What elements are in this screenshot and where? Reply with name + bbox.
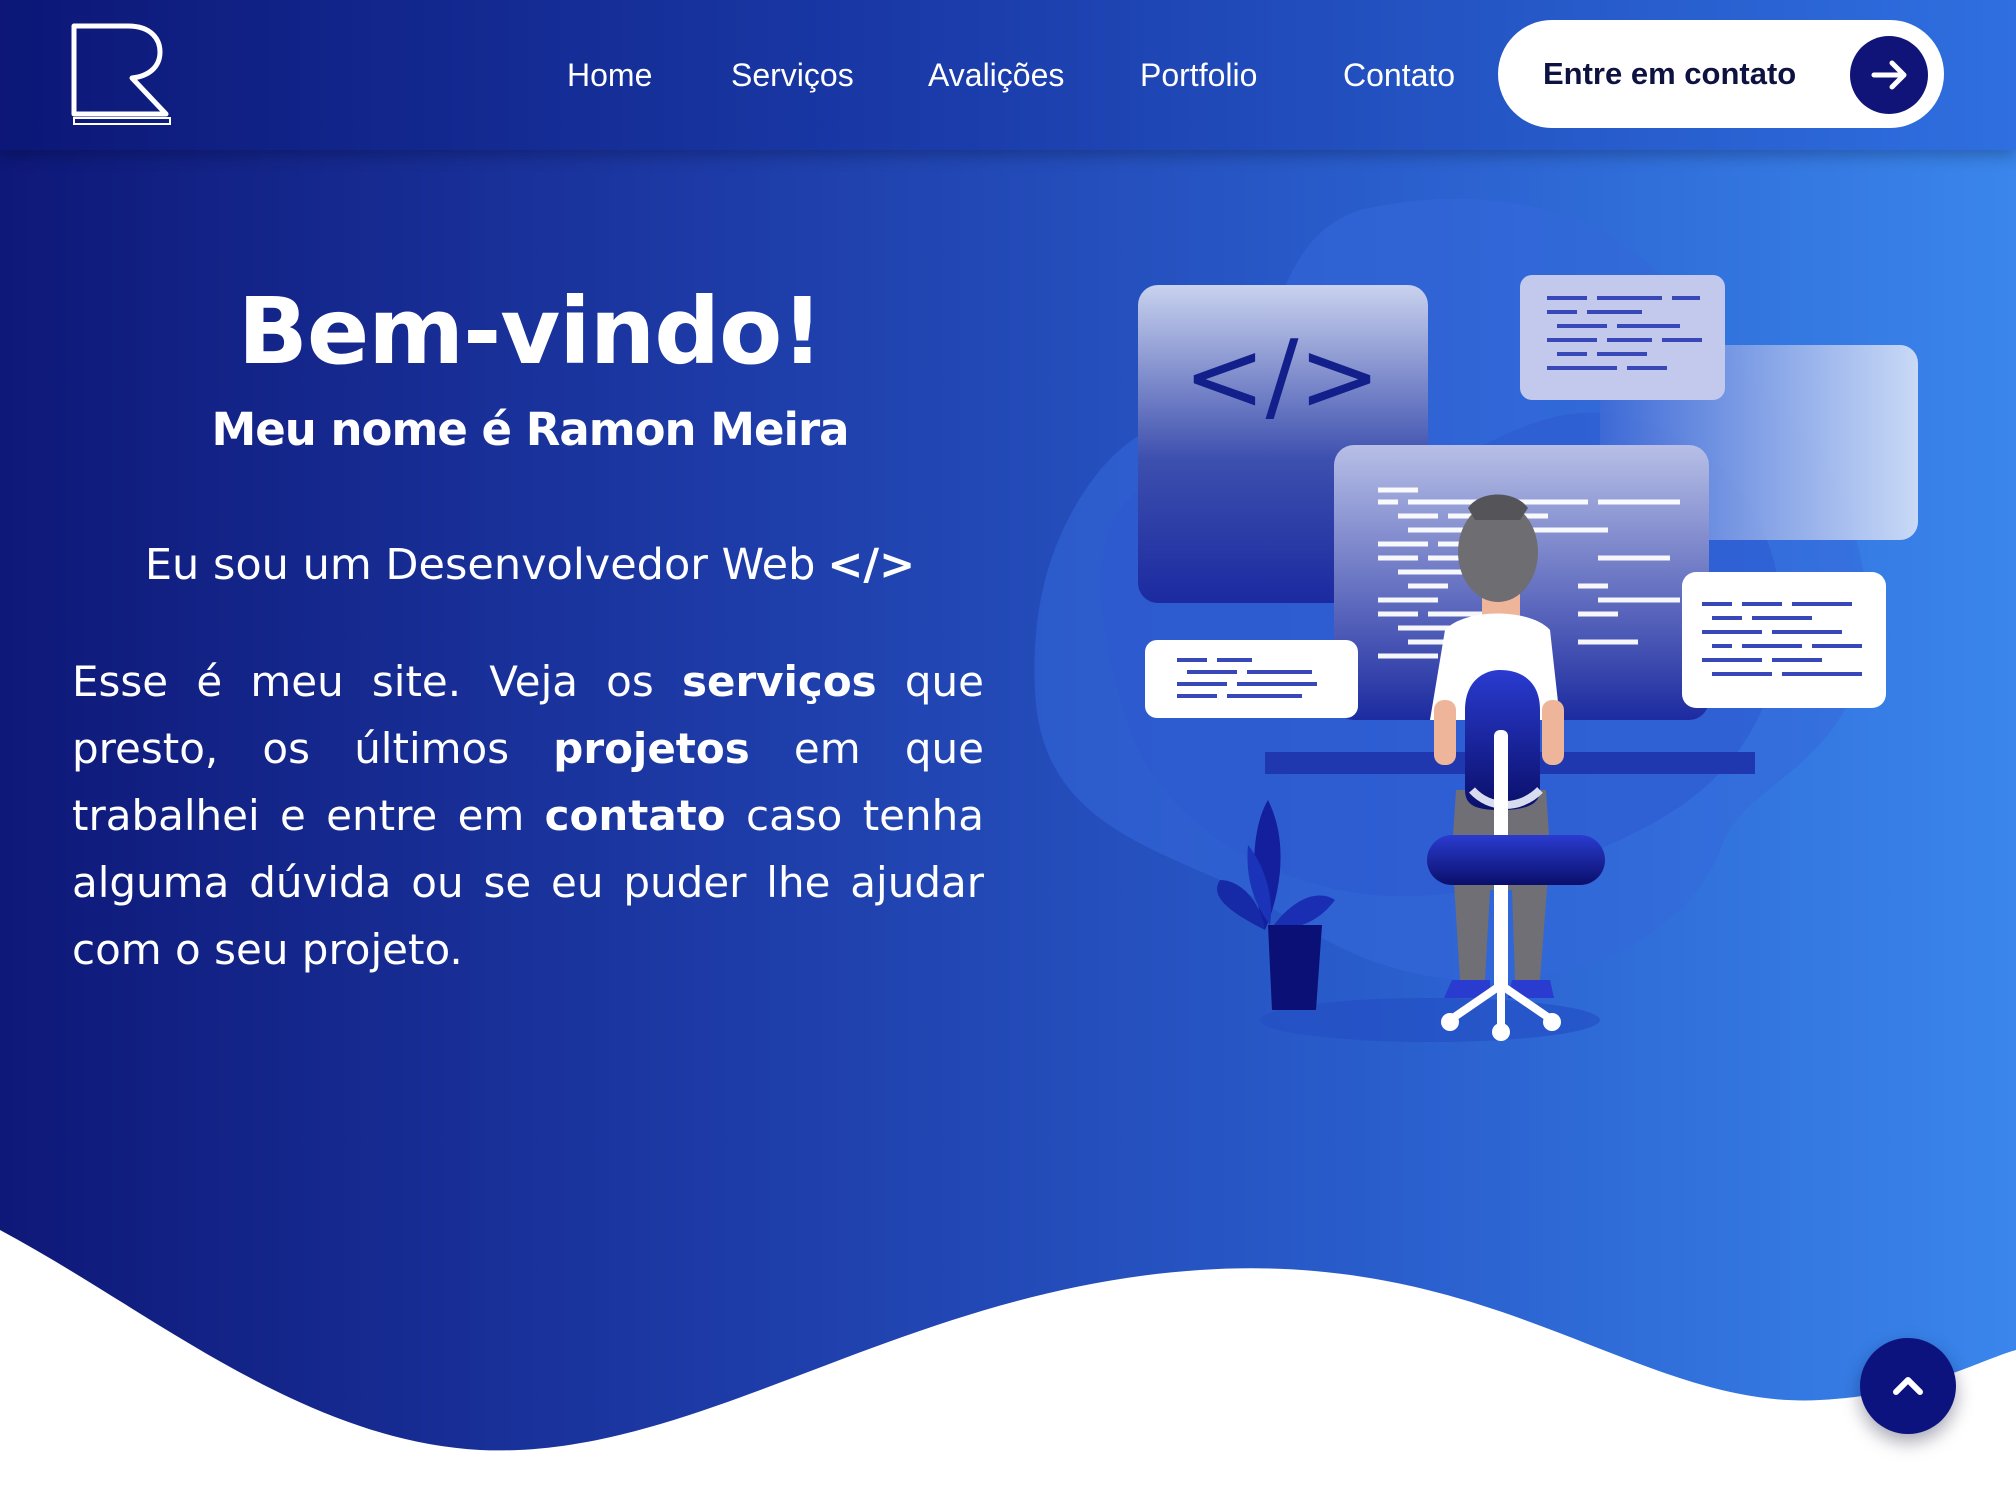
hero-wave: [0, 1230, 2016, 1494]
intro-bold-projetos: projetos: [553, 724, 750, 773]
code-window-text: </>: [1183, 320, 1380, 434]
code-icon: </>: [827, 540, 916, 590]
nav-contato[interactable]: Contato: [1343, 52, 1455, 98]
nav-portfolio[interactable]: Portfolio: [1140, 52, 1257, 98]
intro-text-1: Esse é meu site. Veja os: [72, 657, 682, 706]
contact-cta-label: Entre em contato: [1543, 56, 1797, 91]
nav-home[interactable]: Home: [567, 52, 652, 98]
nav-servicos[interactable]: Serviços: [731, 52, 854, 98]
contact-cta-button[interactable]: Entre em contato: [1498, 20, 1944, 128]
developer-illustration: </>: [1034, 198, 1918, 1042]
arrow-right-icon: [1850, 36, 1928, 114]
hero-title: Bem-vindo!: [237, 278, 824, 385]
chevron-up-icon: [1893, 1377, 1923, 1395]
nav-avaliacoes[interactable]: Avalições: [928, 52, 1064, 98]
intro-paragraph: Esse é meu site. Veja os serviços que pr…: [72, 648, 984, 983]
scroll-to-top-button[interactable]: [1860, 1338, 1956, 1434]
role-text: Eu sou um Desenvolvedor Web: [144, 540, 816, 590]
intro-bold-contato: contato: [544, 791, 726, 840]
role-line: Eu sou um Desenvolvedor Web </>: [0, 530, 1060, 600]
site-header: Home Serviços Avalições Portfolio Contat…: [0, 0, 2016, 150]
intro-bold-servicos: serviços: [681, 657, 877, 706]
hero-subtitle: Meu nome é Ramon Meira: [211, 403, 849, 456]
logo-icon[interactable]: [70, 22, 174, 126]
